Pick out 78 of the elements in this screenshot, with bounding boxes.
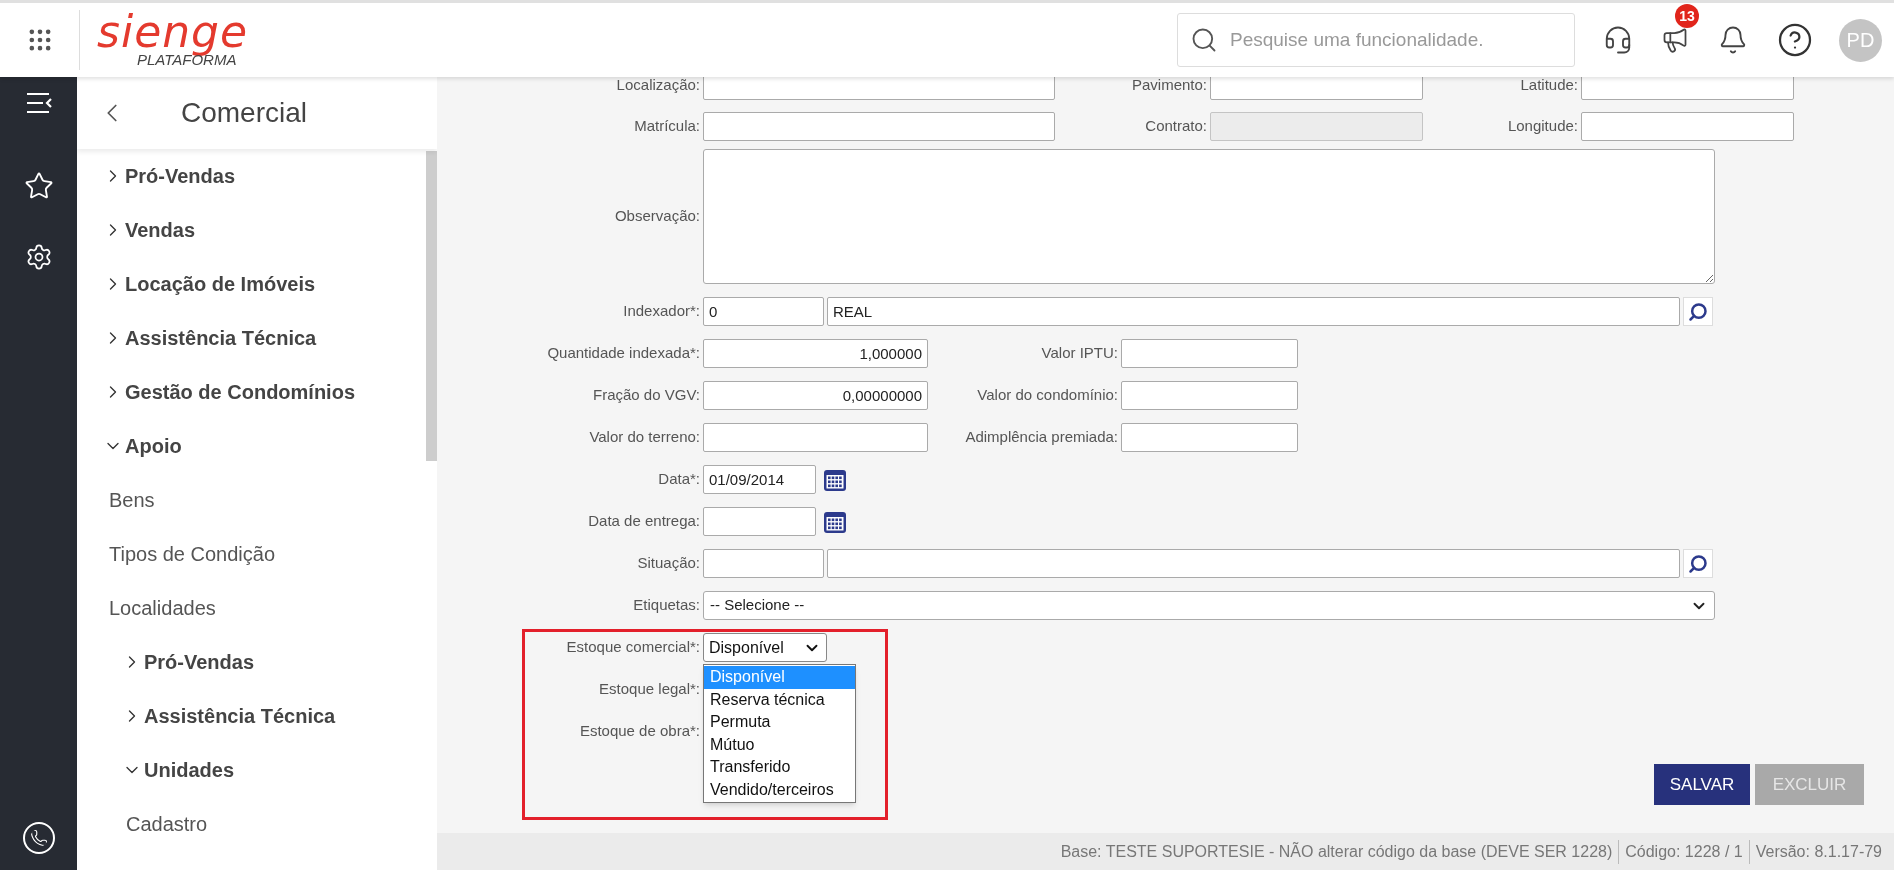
menu-group[interactable]: Gestão de Condomínios [77, 365, 426, 419]
field-label: Fração do VGV: [593, 385, 700, 406]
status-text: Código: 1228 / 1 [1618, 839, 1749, 864]
menu-group[interactable]: Assistência Técnica [77, 311, 426, 365]
dropdown-option[interactable]: Mútuo [704, 733, 855, 756]
field-label: Data de entrega: [588, 511, 700, 532]
field-label: Pavimento: [1131, 77, 1207, 96]
code-field[interactable] [703, 549, 824, 578]
menu-item[interactable]: Tipos de Condição [77, 527, 426, 581]
action-button[interactable]: SALVAR [1654, 764, 1750, 805]
menu-item[interactable]: Bens [77, 473, 426, 527]
field-label: Localização: [616, 77, 700, 96]
field-label: Estoque comercial*: [566, 637, 700, 658]
field-label: Latitude: [1520, 77, 1578, 96]
search-icon[interactable] [1683, 297, 1713, 326]
text-field[interactable] [703, 112, 1055, 141]
star-icon[interactable] [23, 171, 54, 201]
date-field[interactable]: 01/09/2014 [703, 465, 816, 494]
number-field[interactable]: 1,000000 [703, 339, 928, 368]
dropdown-option[interactable]: Vendido/terceiros [704, 778, 855, 801]
code-field[interactable]: 0 [703, 297, 824, 326]
megaphone-icon[interactable] [1661, 26, 1689, 54]
field-label: Situação: [637, 553, 700, 574]
number-field[interactable] [1121, 423, 1298, 452]
headset-icon[interactable] [1603, 25, 1633, 55]
text-field[interactable] [1581, 112, 1794, 141]
notification-badge: 13 [1675, 4, 1699, 28]
search-bar[interactable]: Pesquise uma funcionalidade. [1177, 13, 1575, 67]
field-label: Valor IPTU: [1041, 343, 1118, 364]
field-label: Observação: [614, 206, 700, 227]
status-text: Base: TESTE SUPORTESIE - NÃO alterar código da base (DEVE SER 1228) [1059, 841, 1614, 862]
help-icon[interactable] [1777, 22, 1813, 58]
phone-icon[interactable] [22, 822, 55, 854]
description-field[interactable]: REAL [827, 297, 1680, 326]
number-field[interactable] [1121, 381, 1298, 410]
sidebar-title: Comercial [181, 96, 308, 130]
field-label: Etiquetas: [633, 595, 700, 616]
menu-group[interactable]: Pró-Vendas [77, 149, 426, 203]
menu-group[interactable]: Apoio [77, 419, 426, 473]
status-text: Versão: 8.1.17-79 [1748, 839, 1888, 864]
dropdown-option[interactable]: Permuta [704, 711, 855, 734]
description-field[interactable] [827, 549, 1680, 578]
field-label: Longitude: [1507, 116, 1578, 137]
field-label: Estoque legal*: [599, 679, 700, 700]
search-icon [1190, 26, 1218, 54]
tags-select[interactable]: -- Selecione -- [703, 591, 1715, 620]
menu-item[interactable]: Cadastro [77, 797, 426, 851]
field-label: Estoque de obra*: [579, 721, 700, 742]
scrollbar[interactable] [426, 151, 437, 461]
menu-group[interactable]: Vendas [77, 203, 426, 257]
menu-group[interactable]: Assistência Técnica [77, 689, 426, 743]
field-label: Quantidade indexada*: [547, 343, 700, 364]
field-label: Indexador*: [623, 301, 700, 322]
field-label: Adimplência premiada: [965, 427, 1118, 448]
menu-group[interactable]: Pró-Vendas [77, 635, 426, 689]
stock-select[interactable]: Disponível [703, 633, 827, 662]
menu-item[interactable]: Localidades [77, 581, 426, 635]
logo[interactable]: sienge PLATAFORMA [97, 12, 249, 68]
field-label: Valor do terreno: [589, 427, 700, 448]
number-field[interactable] [703, 423, 928, 452]
number-field[interactable]: 0,00000000 [703, 381, 928, 410]
search-icon[interactable] [1683, 549, 1713, 578]
dropdown-option[interactable]: Reserva técnica [704, 688, 855, 711]
text-field[interactable] [1581, 77, 1794, 100]
date-field[interactable] [703, 507, 816, 536]
text-field[interactable] [1210, 77, 1423, 100]
menu-group[interactable]: Unidades [77, 743, 426, 797]
field-label: Matrícula: [634, 116, 700, 137]
field-label: Data*: [658, 469, 700, 490]
field-label: Valor do condomínio: [977, 385, 1118, 406]
text-field[interactable] [703, 77, 1055, 100]
search-input[interactable]: Pesquise uma funcionalidade. [1230, 25, 1562, 55]
menu-collapse-icon[interactable] [24, 91, 53, 115]
menu-group[interactable]: Locação de Imóveis [77, 257, 426, 311]
number-field[interactable] [1121, 339, 1298, 368]
bell-icon[interactable] [1718, 25, 1748, 55]
field-label: Contrato: [1145, 116, 1207, 137]
dropdown-option[interactable]: Transferido [704, 756, 855, 779]
